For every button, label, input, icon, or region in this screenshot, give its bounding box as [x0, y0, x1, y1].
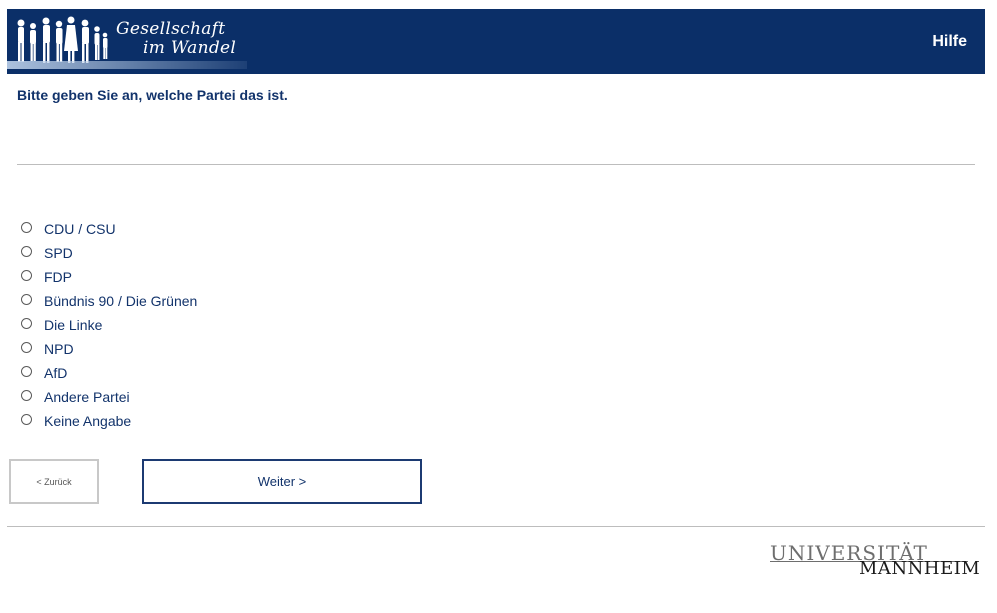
radio-button[interactable] — [21, 221, 32, 233]
radio-button[interactable] — [21, 341, 32, 353]
university-logo-line2: MANNHEIM — [859, 558, 981, 579]
option-buendnis-90-die-gruenen[interactable]: Bündnis 90 / Die Grünen — [21, 288, 197, 312]
logo-band — [7, 61, 247, 69]
radio-button[interactable] — [21, 317, 32, 329]
footer-divider — [7, 526, 985, 527]
next-button[interactable]: Weiter > — [142, 459, 422, 504]
header-bar: Gesellschaft im Wandel Hilfe — [7, 9, 985, 74]
option-label[interactable]: Keine Angabe — [44, 413, 131, 429]
radio-button[interactable] — [21, 245, 32, 257]
option-keine-angabe[interactable]: Keine Angabe — [21, 408, 197, 432]
option-cdu-csu[interactable]: CDU / CSU — [21, 216, 197, 240]
option-label[interactable]: FDP — [44, 269, 72, 285]
radio-group: CDU / CSU SPD FDP Bündnis 90 / Die Grüne… — [21, 216, 197, 432]
option-label[interactable]: NPD — [44, 341, 74, 357]
logo-title-line1: Gesellschaft — [116, 19, 226, 39]
option-label[interactable]: SPD — [44, 245, 73, 261]
divider — [17, 164, 975, 165]
logo-title-line2: im Wandel — [143, 38, 237, 58]
radio-button[interactable] — [21, 389, 32, 401]
option-label[interactable]: AfD — [44, 365, 67, 381]
radio-button[interactable] — [21, 365, 32, 377]
people-silhouettes-logo-icon — [17, 16, 108, 63]
help-link[interactable]: Hilfe — [932, 33, 967, 51]
option-label[interactable]: Andere Partei — [44, 389, 130, 405]
back-button[interactable]: < Zurück — [9, 459, 99, 504]
question-text: Bitte geben Sie an, welche Partei das is… — [17, 87, 288, 103]
option-die-linke[interactable]: Die Linke — [21, 312, 197, 336]
option-npd[interactable]: NPD — [21, 336, 197, 360]
radio-button[interactable] — [21, 413, 32, 425]
option-label[interactable]: CDU / CSU — [44, 221, 116, 237]
option-label[interactable]: Bündnis 90 / Die Grünen — [44, 293, 197, 309]
radio-button[interactable] — [21, 293, 32, 305]
radio-button[interactable] — [21, 269, 32, 281]
option-spd[interactable]: SPD — [21, 240, 197, 264]
option-label[interactable]: Die Linke — [44, 317, 102, 333]
option-fdp[interactable]: FDP — [21, 264, 197, 288]
option-andere-partei[interactable]: Andere Partei — [21, 384, 197, 408]
university-logo: UNIVERSITÄT MANNHEIM — [770, 541, 980, 581]
option-afd[interactable]: AfD — [21, 360, 197, 384]
